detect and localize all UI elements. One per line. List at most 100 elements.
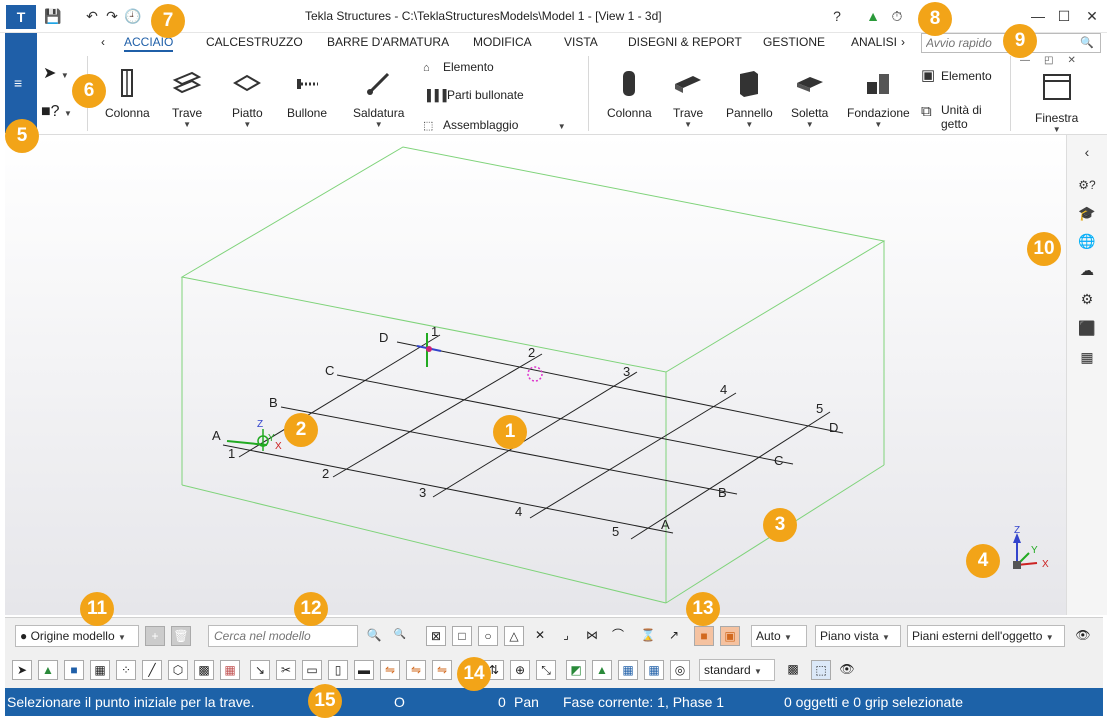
collapse-icon[interactable]: ‹ <box>1077 142 1097 162</box>
origin-dropdown[interactable]: ● Origine modello ▼ <box>15 625 139 647</box>
maximize-button[interactable]: ☐ <box>1056 8 1072 24</box>
undo-icon[interactable]: ↶ <box>84 8 100 24</box>
select-bolts-icon[interactable]: ⁘ <box>116 660 136 680</box>
model-viewport-3d[interactable]: A B C D A B C D 1 2 3 4 5 1 2 3 4 5 Z Y … <box>5 135 1066 615</box>
help-tool-icon[interactable]: ■? ▼ <box>41 103 72 121</box>
select-pour-objects-icon[interactable]: ▦ <box>618 660 638 680</box>
weld-caret-icon[interactable]: ▼ <box>353 120 404 129</box>
status-ortho[interactable]: O <box>394 694 405 710</box>
globe-icon[interactable]: 🌐 <box>1077 231 1097 251</box>
snap-free-icon[interactable]: ↗ <box>664 626 684 646</box>
shapes-icon[interactable]: ▦ <box>1077 347 1097 367</box>
redo-icon[interactable]: ↷ <box>104 8 120 24</box>
status-phase[interactable]: Fase corrente: 1, Phase 1 <box>563 694 724 710</box>
quick-launch-search-icon[interactable]: 🔍 <box>1080 36 1094 49</box>
close-button[interactable]: ✕ <box>1084 8 1100 24</box>
cloud-icon[interactable]: ☁ <box>1077 260 1097 280</box>
select-control-objects-icon[interactable]: ◎ <box>670 660 690 680</box>
view-plane-dropdown[interactable]: Piano vista ▼ <box>815 625 901 647</box>
help-icon[interactable]: ? <box>829 8 845 24</box>
selection-switch-icon[interactable]: ⬚ <box>811 660 831 680</box>
select-views-icon[interactable]: ▭ <box>302 660 322 680</box>
user-icon[interactable]: ▲ <box>865 8 881 24</box>
tab-calcestruzzo[interactable]: CALCESTRUZZO <box>206 35 303 49</box>
steel-column-button[interactable]: Colonna <box>105 68 150 120</box>
steel-element-button[interactable]: ⌂ Elemento <box>423 60 494 74</box>
tab-gestione[interactable]: GESTIONE <box>763 35 825 49</box>
snap-perpendicular-icon[interactable]: ⌟ <box>556 626 576 646</box>
select-nested-icon[interactable]: ⇋ <box>432 660 452 680</box>
eye-visibility-icon[interactable]: 👁 <box>837 660 857 680</box>
learning-icon[interactable]: 🎓 <box>1077 203 1097 223</box>
bolted-parts-button[interactable]: ▌▌▌Parti bullonate <box>427 88 524 102</box>
assembly-button[interactable]: ⬚ Assemblaggio ▼ <box>423 118 566 132</box>
minimize-button[interactable]: — <box>1030 8 1046 24</box>
model-canvas[interactable]: A B C D A B C D 1 2 3 4 5 1 2 3 4 5 Z Y … <box>5 135 1066 615</box>
tab-modifica[interactable]: MODIFICA <box>473 35 532 49</box>
select-reference-model-icon[interactable]: ◩ <box>566 660 586 680</box>
select-arrow-icon[interactable]: ➤ <box>43 65 56 82</box>
model-search-icon[interactable]: 🔍 <box>364 626 384 646</box>
select-grids-icon[interactable]: ▩ <box>194 660 214 680</box>
model-search[interactable] <box>208 625 358 647</box>
select-reference-object-icon[interactable]: ▲ <box>592 660 612 680</box>
steel-plate-caret-icon[interactable]: ▼ <box>232 120 263 129</box>
select-bolt-groups-icon[interactable]: ▬ <box>354 660 374 680</box>
model-search-input[interactable] <box>214 628 354 644</box>
snap-nearest-icon[interactable]: ⌛ <box>638 626 658 646</box>
weld-button[interactable]: Saldatura ▼ <box>353 68 404 129</box>
tab-disegni-report[interactable]: DISEGNI & REPORT <box>628 35 742 49</box>
snap-auto-dropdown[interactable]: Auto ▼ <box>751 625 807 647</box>
select-welds-icon[interactable]: ▦ <box>90 660 110 680</box>
slab-caret-icon[interactable]: ▼ <box>791 120 828 129</box>
object-planes-dropdown[interactable]: Piani esterni dell'oggetto ▼ <box>907 625 1065 647</box>
save-icon[interactable]: 💾 <box>44 8 61 24</box>
hamburger-menu-icon[interactable]: ≡ <box>14 75 22 91</box>
delete-work-plane-button[interactable]: 🗑 <box>171 626 191 646</box>
window-caret-icon[interactable]: ▼ <box>1035 125 1078 134</box>
bolt-button[interactable]: Bullone <box>287 68 327 120</box>
snap-plane-icon[interactable]: ■ <box>694 626 714 646</box>
snap-extension-icon[interactable]: ⋈ <box>582 626 602 646</box>
concrete-beam-button[interactable]: Trave ▼ <box>673 68 703 129</box>
select-dimensions-icon[interactable]: ⤡ <box>536 660 556 680</box>
select-surface-icon[interactable]: ■ <box>64 660 84 680</box>
select-stack-icon[interactable]: ⊕ <box>510 660 530 680</box>
select-parts-icon[interactable]: ▲ <box>38 660 58 680</box>
tab-barre-armatura[interactable]: BARRE D'ARMATURA <box>327 35 449 49</box>
window-button[interactable]: Finestra ▼ <box>1035 73 1078 134</box>
add-work-plane-button[interactable]: + <box>145 626 165 646</box>
select-components-icon[interactable]: ⬡ <box>168 660 188 680</box>
select-points-icon[interactable]: ↘ <box>250 660 270 680</box>
history-icon[interactable]: 🕘 <box>124 8 141 24</box>
steel-plate-button[interactable]: Piatto ▼ <box>232 68 263 129</box>
snap-center-icon[interactable]: ○ <box>478 626 498 646</box>
foundation-caret-icon[interactable]: ▼ <box>847 120 910 129</box>
quick-launch-input[interactable] <box>926 35 1076 51</box>
select-planes-icon[interactable]: ▯ <box>328 660 348 680</box>
tab-analisi[interactable]: ANALISI <box>851 35 897 49</box>
pour-unit-button[interactable]: ⧉ Unità di getto <box>921 103 1001 131</box>
tabs-next-icon[interactable]: › <box>901 35 905 49</box>
selection-filter-dropdown[interactable]: standard ▼ <box>699 659 775 681</box>
timer-icon[interactable]: ⏱ <box>889 8 905 24</box>
panel-window-controls[interactable]: —◰✕ <box>1020 55 1090 66</box>
snap-geometry-lines-icon[interactable]: □ <box>452 626 472 646</box>
steel-beam-button[interactable]: Trave ▼ <box>172 68 202 129</box>
steel-beam-caret-icon[interactable]: ▼ <box>172 120 202 129</box>
filter-pattern-icon[interactable]: ▩ <box>783 660 803 680</box>
search-options-icon[interactable]: 🔍 <box>390 626 410 646</box>
select-cuts-icon[interactable]: ✂ <box>276 660 296 680</box>
snap-reference-lines-icon[interactable]: ⊠ <box>426 626 446 646</box>
gear-icon[interactable]: ⚙ <box>1077 289 1097 309</box>
select-reinforcement-icon[interactable]: ▦ <box>220 660 240 680</box>
question-icon[interactable]: ? <box>51 103 60 120</box>
select-all-icon[interactable]: ➤ <box>12 660 32 680</box>
tabs-prev-icon[interactable]: ‹ <box>101 35 105 49</box>
concrete-element-button[interactable]: ▣ Elemento <box>921 66 992 84</box>
slab-button[interactable]: Soletta ▼ <box>791 68 828 129</box>
snap-midpoint-icon[interactable]: ✕ <box>530 626 550 646</box>
select-lines-icon[interactable]: ╱ <box>142 660 162 680</box>
concrete-column-button[interactable]: Colonna <box>607 68 652 120</box>
tab-vista[interactable]: VISTA <box>564 35 598 49</box>
